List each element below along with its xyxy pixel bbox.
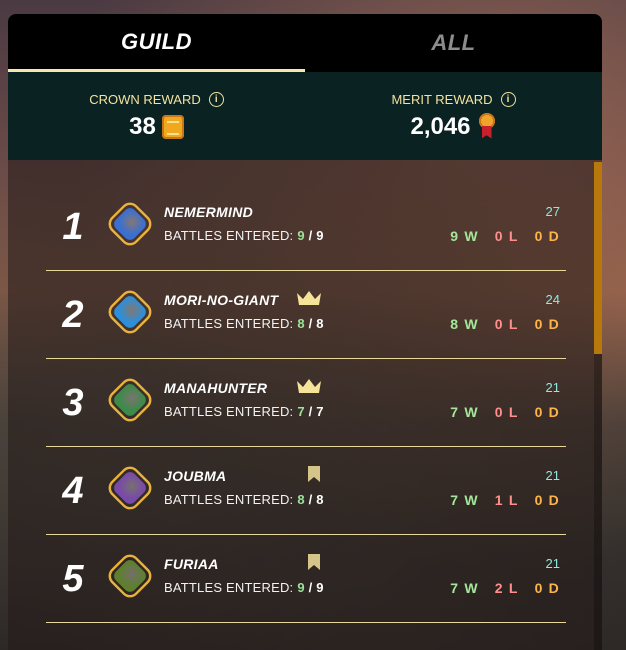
win-loss-draw: 7 W 1 L 0 D: [450, 492, 560, 508]
avatar: [104, 550, 156, 602]
losses: 1 L: [494, 492, 519, 508]
rank-number: 4: [62, 470, 84, 512]
crown-reward-label: CROWN REWARD: [89, 91, 201, 107]
player-score: 21: [545, 556, 560, 571]
losses: 0 L: [494, 404, 519, 420]
rank-number: 1: [62, 206, 84, 248]
player-score: 21: [545, 380, 560, 395]
wins: 8 W: [450, 316, 479, 332]
player-score: 21: [545, 468, 560, 483]
wins: 7 W: [450, 492, 479, 508]
rank-number: 3: [62, 382, 84, 424]
guild-leaderboard-panel: GUILD ALL CROWN REWARD i 38 MERIT REWARD…: [8, 14, 602, 650]
info-icon[interactable]: i: [500, 91, 516, 107]
flag-icon: [308, 466, 320, 482]
rank-number: 2: [62, 294, 84, 336]
merit-reward: MERIT REWARD i 2,046: [305, 72, 602, 160]
draws: 0 D: [534, 316, 560, 332]
tab-bar: GUILD ALL: [8, 14, 602, 72]
player-name[interactable]: MORI-NO-GIANT: [164, 292, 278, 308]
merit-medal-icon: [477, 112, 497, 141]
crown-icon: [297, 379, 321, 393]
wins: 9 W: [450, 228, 479, 244]
battles-entered: BATTLES ENTERED: 9 / 9: [164, 580, 324, 595]
player-name[interactable]: JOUBMA: [164, 468, 226, 484]
win-loss-draw: 7 W 0 L 0 D: [450, 404, 560, 420]
rank-number: 5: [62, 558, 84, 600]
info-icon[interactable]: i: [208, 91, 224, 107]
wins: 7 W: [450, 404, 479, 420]
losses: 2 L: [494, 580, 519, 596]
tab-all[interactable]: ALL: [305, 14, 602, 72]
player-name[interactable]: FURIAA: [164, 556, 219, 572]
win-loss-draw: 9 W 0 L 0 D: [450, 228, 560, 244]
tab-guild[interactable]: GUILD: [8, 14, 305, 72]
battles-entered: BATTLES ENTERED: 8 / 8: [164, 316, 324, 331]
battles-entered: BATTLES ENTERED: 7 / 7: [164, 404, 324, 419]
merit-reward-value: 2,046: [410, 112, 471, 140]
player-row[interactable]: 4 JOUBMA BATTLES ENTERED: 8 / 8 21 7 W 1 …: [46, 446, 566, 535]
avatar: [104, 374, 156, 426]
avatar: [104, 462, 156, 514]
crown-reward: CROWN REWARD i 38: [8, 72, 305, 160]
wins: 7 W: [450, 580, 479, 596]
battles-entered: BATTLES ENTERED: 8 / 8: [164, 492, 324, 507]
merit-reward-label: MERIT REWARD: [391, 91, 493, 107]
draws: 0 D: [534, 580, 560, 596]
player-row[interactable]: 1 NEMERMIND BATTLES ENTERED: 9 / 9 27 9 W…: [46, 182, 566, 271]
win-loss-draw: 8 W 0 L 0 D: [450, 316, 560, 332]
scrollbar-thumb[interactable]: [594, 162, 602, 354]
win-loss-draw: 7 W 2 L 0 D: [450, 580, 560, 596]
crown-token-icon: [161, 114, 184, 139]
player-name[interactable]: NEMERMIND: [164, 204, 253, 220]
battles-entered: BATTLES ENTERED: 9 / 9: [164, 228, 324, 243]
player-score: 24: [545, 292, 560, 307]
draws: 0 D: [534, 404, 560, 420]
avatar: [104, 198, 156, 250]
losses: 0 L: [494, 316, 519, 332]
losses: 0 L: [494, 228, 519, 244]
draws: 0 D: [534, 228, 560, 244]
draws: 0 D: [534, 492, 560, 508]
avatar: [104, 286, 156, 338]
player-row[interactable]: 2 MORI-NO-GIANT BATTLES ENTERED: 8 / 8 24…: [46, 270, 566, 359]
player-name[interactable]: MANAHUNTER: [164, 380, 267, 396]
flag-icon: [308, 554, 320, 570]
rewards-bar: CROWN REWARD i 38 MERIT REWARD i 2,046: [8, 72, 602, 160]
player-row[interactable]: 3 MANAHUNTER BATTLES ENTERED: 7 / 7 21 7 …: [46, 358, 566, 447]
crown-icon: [297, 291, 321, 305]
player-row[interactable]: 5 FURIAA BATTLES ENTERED: 9 / 9 21 7 W 2 …: [46, 534, 566, 623]
crown-reward-value: 38: [129, 112, 156, 140]
player-score: 27: [545, 204, 560, 219]
